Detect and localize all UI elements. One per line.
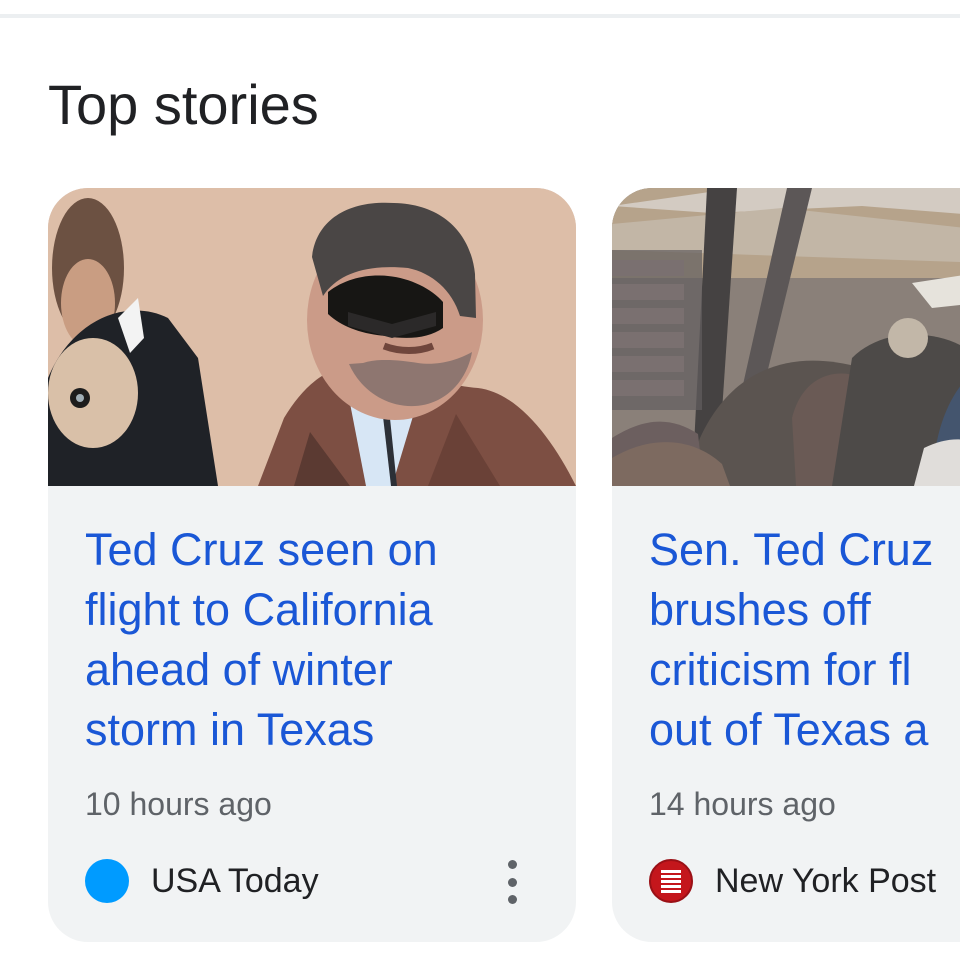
source-name: USA Today	[151, 861, 319, 900]
story-image	[48, 188, 576, 486]
story-image	[612, 188, 960, 486]
top-divider	[0, 14, 960, 18]
story-thumbnail[interactable]	[612, 188, 960, 486]
top-stories-carousel[interactable]: Ted Cruz seen on flight to California ah…	[0, 188, 960, 942]
story-source[interactable]: New York Post	[649, 856, 936, 906]
more-vert-icon	[507, 860, 517, 869]
source-name: New York Post	[715, 861, 937, 900]
story-thumbnail[interactable]	[48, 188, 576, 486]
usa-today-logo-icon	[85, 859, 129, 903]
story-timestamp: 14 hours ago	[649, 786, 836, 822]
story-headline[interactable]: Sen. Ted Cruz brushes off criticism for …	[649, 520, 960, 760]
story-source[interactable]: USA Today	[85, 856, 319, 906]
more-options-button[interactable]	[500, 858, 524, 906]
section-title: Top stories	[48, 73, 319, 136]
new-york-post-logo-icon	[649, 859, 693, 903]
story-card-new-york-post[interactable]: Sen. Ted Cruz brushes off criticism for …	[612, 188, 960, 942]
story-card-usa-today[interactable]: Ted Cruz seen on flight to California ah…	[48, 188, 576, 942]
story-timestamp: 10 hours ago	[85, 786, 272, 822]
story-headline[interactable]: Ted Cruz seen on flight to California ah…	[85, 520, 545, 760]
